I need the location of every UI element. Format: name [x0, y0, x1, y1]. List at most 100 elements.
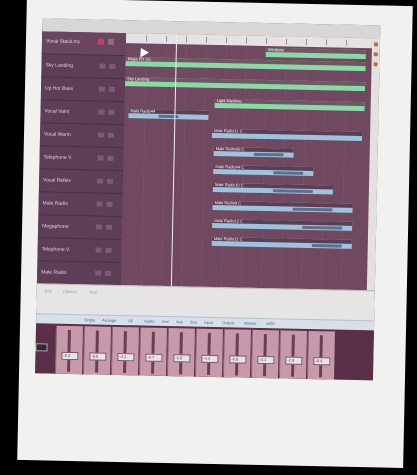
- photo-of-screen: Vocal Stack.mc Sky Landing Up Hot Bass V…: [35, 18, 381, 381]
- solo-button[interactable]: [107, 155, 114, 161]
- channel-strip[interactable]: -0.8: [166, 328, 195, 377]
- level-readout: -8.3: [61, 351, 79, 361]
- mute-button[interactable]: [96, 224, 103, 230]
- polaroid-frame: Vocal Stack.mc Sky Landing Up Hot Bass V…: [17, 0, 413, 468]
- tab-aux[interactable]: Aux: [176, 319, 183, 324]
- audio-region[interactable]: Male Radio44: [128, 109, 209, 120]
- track-row[interactable]: Male Radio: [36, 261, 122, 287]
- mute-button[interactable]: [98, 109, 105, 115]
- level-readout: -8.8: [89, 352, 107, 361]
- audio-region[interactable]: Male Radio9 C: [212, 200, 353, 213]
- edit-menu[interactable]: Edit: [45, 288, 52, 293]
- track-row[interactable]: Vocal Warm: [39, 123, 125, 149]
- level-readout: -3.1: [257, 355, 275, 365]
- mute-button[interactable]: [98, 86, 106, 92]
- level-readout: -4.2: [201, 354, 219, 364]
- audio-region[interactable]: Male Radio10 C: [212, 182, 334, 195]
- track-name: Telephone V.: [41, 246, 71, 253]
- track-name: Vocal Reflex: [43, 177, 71, 184]
- mute-button[interactable]: [99, 63, 106, 69]
- channel-strip[interactable]: -8.8: [83, 326, 112, 375]
- channel-strip[interactable]: -4.2: [194, 328, 223, 378]
- track-row[interactable]: Sky Landing: [41, 54, 126, 80]
- mute-button[interactable]: [96, 201, 103, 207]
- track-name: Megaphone: [42, 223, 69, 230]
- record-button[interactable]: [97, 38, 105, 45]
- level-readout: -6.8: [229, 355, 247, 364]
- track-row[interactable]: Telephone V.: [37, 238, 122, 264]
- tab-input[interactable]: Input: [204, 320, 213, 325]
- tab-inst[interactable]: Inst: [162, 319, 169, 324]
- channel-strip[interactable]: -3.1: [250, 329, 279, 379]
- track-row[interactable]: Male Radio: [38, 192, 123, 218]
- tab-arrange[interactable]: Arrange: [102, 318, 116, 323]
- channel-strip[interactable]: -9.7: [139, 327, 167, 377]
- channel-strip[interactable]: -8.3: [55, 325, 84, 375]
- arrange-area[interactable]: Windows Mega PR 5G Sky Landing Light Mac…: [120, 33, 373, 291]
- mute-button[interactable]: [95, 247, 102, 253]
- tab-output[interactable]: Output: [222, 320, 234, 325]
- solo-button[interactable]: [107, 178, 114, 184]
- audio-region[interactable]: Male Radio98 C: [213, 146, 294, 158]
- mixer: -8.3 -8.8 -4.3 -9.7 -0.8 -4.2 -6.8 -3.1 …: [35, 323, 374, 381]
- level-readout: -0.8: [173, 354, 191, 363]
- daw-window: Vocal Stack.mc Sky Landing Up Hot Bass V…: [35, 18, 381, 381]
- audio-region[interactable]: Male Radio44 C: [213, 164, 314, 177]
- track-row[interactable]: Vocal Reflex: [38, 169, 124, 195]
- options-menu[interactable]: Options: [63, 289, 77, 294]
- mixer-toggle-button[interactable]: [35, 343, 48, 352]
- track-header-selected[interactable]: Vocal Stack.mc: [41, 31, 127, 57]
- playhead[interactable]: [170, 34, 178, 287]
- track-name: Telephone V.: [43, 154, 73, 161]
- solo-button[interactable]: [106, 201, 113, 207]
- track-row[interactable]: Up Hot Bass: [40, 77, 126, 103]
- track-row[interactable]: Telephone V.: [39, 146, 124, 172]
- track-name: Vocal Warm: [43, 131, 71, 138]
- level-readout: -2.9: [285, 356, 303, 365]
- level-readout: -8.4: [313, 357, 331, 366]
- level-readout: -9.7: [145, 353, 163, 362]
- track-name: Up Hot Bass: [44, 85, 74, 92]
- channel-strip[interactable]: -6.8: [222, 329, 251, 378]
- solo-button[interactable]: [105, 247, 112, 253]
- mute-button[interactable]: [95, 270, 102, 276]
- mute-button[interactable]: [107, 38, 115, 45]
- tab-single[interactable]: Single: [84, 317, 95, 322]
- track-name: Vocal Stack.mc: [45, 38, 81, 46]
- mute-button[interactable]: [97, 178, 104, 184]
- audio-region[interactable]: Male Radio13 C: [212, 218, 353, 231]
- mouse-cursor-icon: [136, 45, 150, 58]
- track-name: Sky Landing: [45, 62, 74, 69]
- solo-button[interactable]: [105, 270, 112, 276]
- tab-master[interactable]: Master: [244, 321, 256, 326]
- view-menu[interactable]: View: [89, 289, 98, 294]
- toolbar-icon[interactable]: [373, 62, 378, 67]
- solo-button[interactable]: [109, 63, 116, 69]
- tab-all[interactable]: All: [128, 318, 133, 323]
- solo-button[interactable]: [106, 224, 113, 230]
- toolbar-icon[interactable]: [373, 52, 378, 57]
- track-name: Vocal Vaint: [44, 108, 70, 115]
- level-readout: -4.3: [117, 352, 135, 362]
- track-list: Vocal Stack.mc Sky Landing Up Hot Bass V…: [36, 31, 127, 287]
- track-row[interactable]: Vocal Vaint: [40, 100, 125, 126]
- channel-strip[interactable]: -4.3: [111, 326, 140, 376]
- audio-region[interactable]: Male Radio12 C: [211, 236, 352, 249]
- tab-midi[interactable]: MIDI: [266, 321, 275, 326]
- toolbar-icon[interactable]: [373, 42, 379, 47]
- solo-button[interactable]: [107, 132, 115, 138]
- track-row[interactable]: Megaphone: [37, 215, 123, 241]
- mute-button[interactable]: [97, 132, 105, 138]
- solo-button[interactable]: [108, 109, 115, 115]
- audio-region[interactable]: Light Machine: [214, 98, 365, 112]
- track-name: Male Radio: [41, 269, 67, 276]
- channel-strip[interactable]: -2.9: [278, 330, 307, 379]
- track-name: Male Radio: [42, 200, 68, 207]
- tab-bus[interactable]: Bus: [190, 319, 197, 324]
- audio-region[interactable]: Windows: [265, 48, 366, 60]
- solo-button[interactable]: [108, 86, 116, 92]
- channel-strip[interactable]: -8.4: [306, 330, 335, 380]
- mute-button[interactable]: [97, 155, 104, 161]
- audio-region[interactable]: Male Radio11 C: [211, 128, 363, 142]
- tab-audio[interactable]: Audio: [144, 319, 154, 324]
